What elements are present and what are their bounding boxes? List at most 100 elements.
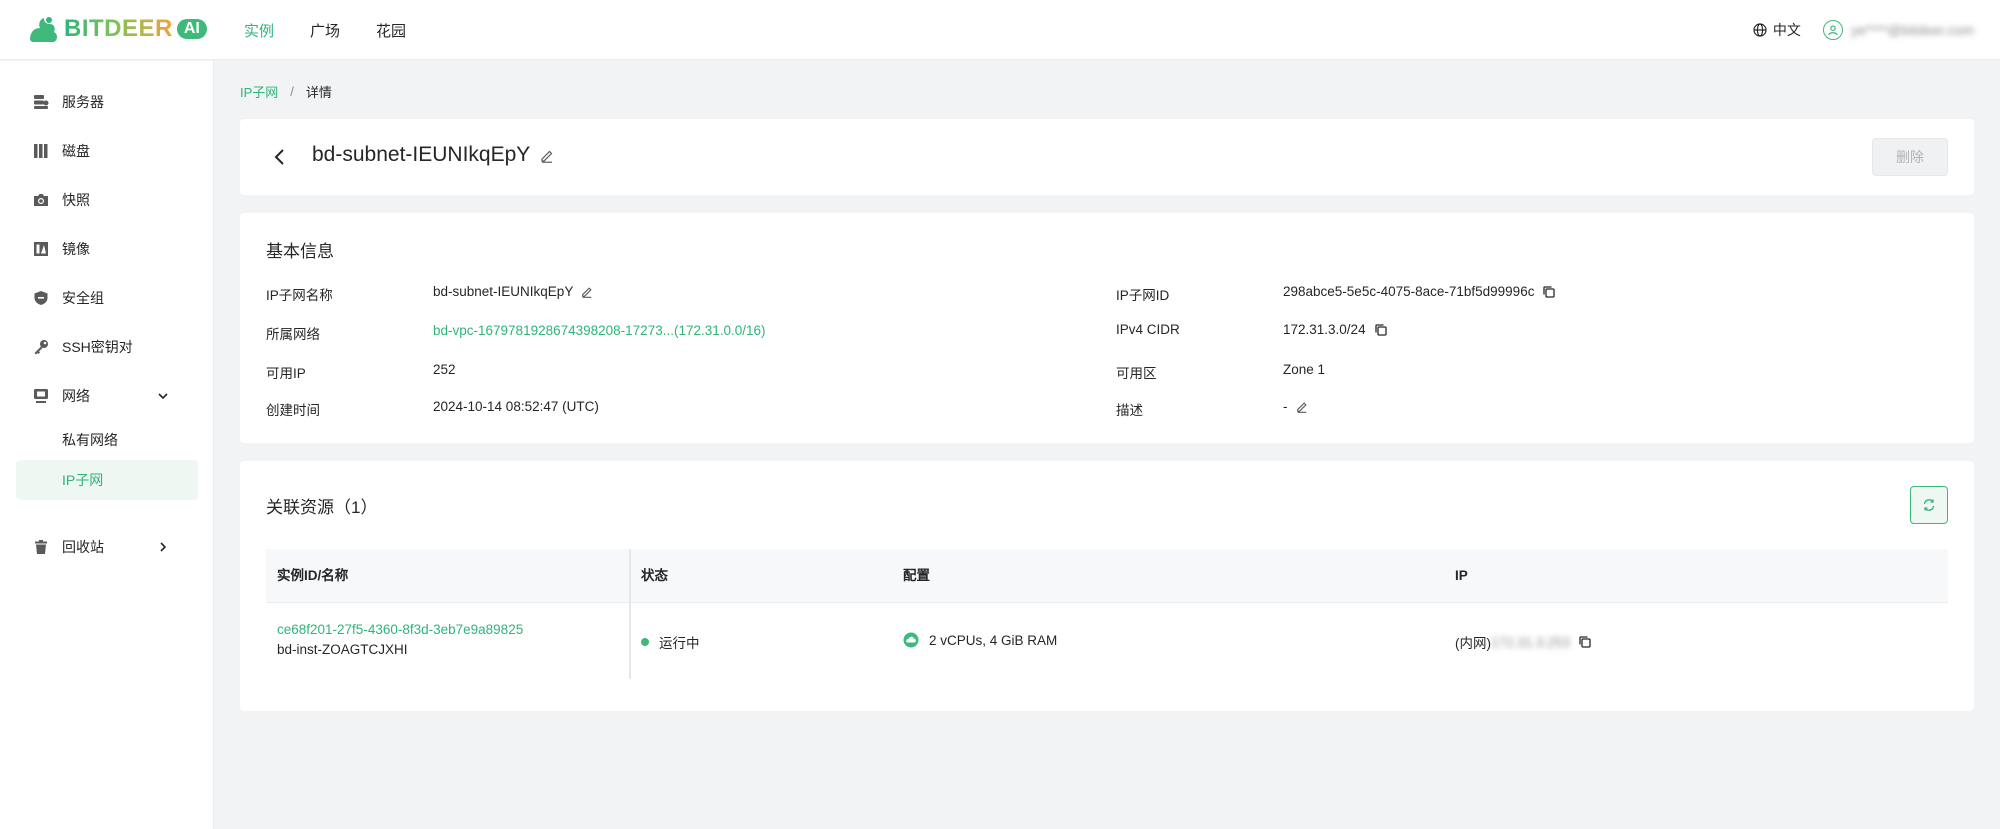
label-available-ip: 可用IP [266,366,306,381]
ip-prefix: (内网) [1455,636,1491,651]
sidebar-item-label: 回收站 [62,539,104,555]
globe-icon [1753,23,1767,37]
image-icon [32,240,50,258]
sidebar-item-disks[interactable]: 磁盘 [16,131,198,171]
sidebar: 服务器 磁盘 快照 镜像 安全组 SSH密钥对 网络 私有网络 IP子网 回收站 [0,61,214,829]
basic-info-card: 基本信息 IP子网名称 bd-subnet-IEUNIkqEpY 所属网络 bd… [240,213,1974,443]
brand-logo[interactable]: BITDEER AI [24,14,207,44]
sidebar-item-security-groups[interactable]: 安全组 [16,278,198,318]
topnav-garden[interactable]: 花园 [376,20,406,41]
shield-icon [32,289,50,307]
sidebar-sub-ip-subnet[interactable]: IP子网 [16,460,198,500]
top-nav: 实例 广场 花园 [244,0,442,60]
label-ipv4-cidr: IPv4 CIDR [1116,322,1180,337]
table-row: ce68f201-27f5-4360-8f3d-3eb7e9a89825 bd-… [266,603,1948,675]
value-ipv4-cidr: 172.31.3.0/24 [1283,322,1388,337]
config-text: 2 vCPUs, 4 GiB RAM [929,632,1058,648]
chevron-right-icon [160,542,167,552]
value-zone: Zone 1 [1283,362,1326,377]
delete-button[interactable]: 删除 [1872,138,1948,176]
chevron-down-icon [158,393,168,400]
instance-status: 运行中 [641,632,700,652]
server-icon [32,93,50,111]
basic-info-title: 基本信息 [266,242,334,261]
pencil-icon [541,150,553,163]
top-right: 中文 ye****@bitdeer.com [1753,0,1974,60]
label-zone: 可用区 [1116,366,1157,381]
sidebar-item-label: 服务器 [62,94,104,110]
user-menu[interactable]: ye****@bitdeer.com [1822,20,1974,40]
breadcrumb: IP子网 / 详情 [240,82,332,101]
sidebar-item-label: SSH密钥对 [62,339,133,355]
brand-name: BITDEER [64,15,173,42]
resources-title: 关联资源（1） [266,498,378,517]
network-icon [32,387,50,405]
copy-ip-button[interactable] [1578,635,1592,649]
back-button[interactable] [270,147,290,167]
breadcrumb-ip-subnet[interactable]: IP子网 [240,82,278,101]
resources-table: 实例ID/名称 状态 配置 IP ce68f201-27f5-4360-8f3d… [266,549,1948,679]
copy-cidr-button[interactable] [1374,323,1388,337]
sidebar-sub-private-network[interactable]: 私有网络 [16,420,198,460]
user-avatar-icon [1822,20,1843,40]
label-created-time: 创建时间 [266,403,320,418]
copy-subnet-id-button[interactable] [1542,285,1556,299]
breadcrumb-separator: / [290,84,294,99]
top-bar: BITDEER AI 实例 广场 花园 中文 ye****@bitdeer.co… [0,0,2000,60]
sidebar-item-label: 网络 [62,388,90,404]
copy-icon [1579,636,1591,648]
value-available-ip: 252 [433,362,456,377]
refresh-button[interactable] [1910,486,1948,524]
edit-description-button[interactable] [1296,401,1308,413]
sidebar-item-images[interactable]: 镜像 [16,229,198,269]
value-created-time: 2024-10-14 08:52:47 (UTC) [433,399,599,414]
subnet-name-text: bd-subnet-IEUNIkqEpY [433,284,574,299]
status-text: 运行中 [659,636,700,651]
subnet-id-text: 298abce5-5e5c-4075-8ace-71bf5d99996c [1283,284,1535,299]
sidebar-item-network[interactable]: 网络 [16,376,198,416]
copy-icon [1374,323,1387,336]
instance-id-link[interactable]: ce68f201-27f5-4360-8f3d-3eb7e9a89825 [277,622,523,637]
value-subnet-name: bd-subnet-IEUNIkqEpY [433,284,593,299]
sidebar-item-ssh-keys[interactable]: SSH密钥对 [16,327,198,367]
value-description: - [1283,399,1308,414]
camera-icon [32,191,50,209]
col-instance: 实例ID/名称 [277,568,349,583]
table-header: 实例ID/名称 状态 配置 IP [266,549,1948,603]
ip-value: 172.31.3.253 [1491,634,1570,650]
copy-icon [1543,285,1556,298]
status-dot [641,638,649,646]
ipv4-cidr-text: 172.31.3.0/24 [1283,322,1366,337]
sidebar-item-snapshots[interactable]: 快照 [16,180,198,220]
disk-icon [32,142,50,160]
description-text: - [1283,399,1288,414]
user-email: ye****@bitdeer.com [1850,22,1974,38]
label-description: 描述 [1116,403,1143,418]
edit-subnet-name-button[interactable] [581,286,593,298]
detail-header-card: bd-subnet-IEUNIkqEpY 删除 [240,119,1974,195]
sidebar-item-label: 安全组 [62,290,104,306]
vpc-link[interactable]: bd-vpc-1679781928674398208-17273...(172.… [433,323,766,338]
label-subnet-name: IP子网名称 [266,288,333,303]
sidebar-item-servers[interactable]: 服务器 [16,82,198,122]
deer-logo-icon [30,17,57,42]
instance-ip: (内网) 172.31.3.253 [1455,632,1592,652]
sidebar-item-label: 快照 [62,192,90,208]
edit-title-button[interactable] [540,149,554,168]
instance-config: 2 vCPUs, 4 GiB RAM [903,632,1057,648]
instance-name: bd-inst-ZOAGTCJXHI [277,642,408,657]
chevron-left-icon [274,149,284,165]
topnav-instances[interactable]: 实例 [244,20,274,41]
sidebar-item-recycle-bin[interactable]: 回收站 [16,527,198,567]
page-title: bd-subnet-IEUNIkqEpY [312,143,531,166]
cloud-icon [903,632,919,648]
pencil-icon [1296,401,1307,413]
related-resources-card: 关联资源（1） 实例ID/名称 状态 配置 IP ce68f201-27f5-4… [240,461,1974,711]
trash-icon [32,538,50,556]
value-subnet-id: 298abce5-5e5c-4075-8ace-71bf5d99996c [1283,284,1556,299]
topnav-square[interactable]: 广场 [310,20,340,41]
label-subnet-id: IP子网ID [1116,288,1170,303]
language-switch[interactable]: 中文 [1753,20,1801,40]
sidebar-item-label: 镜像 [62,241,90,257]
brand-ai-badge: AI [176,19,207,39]
